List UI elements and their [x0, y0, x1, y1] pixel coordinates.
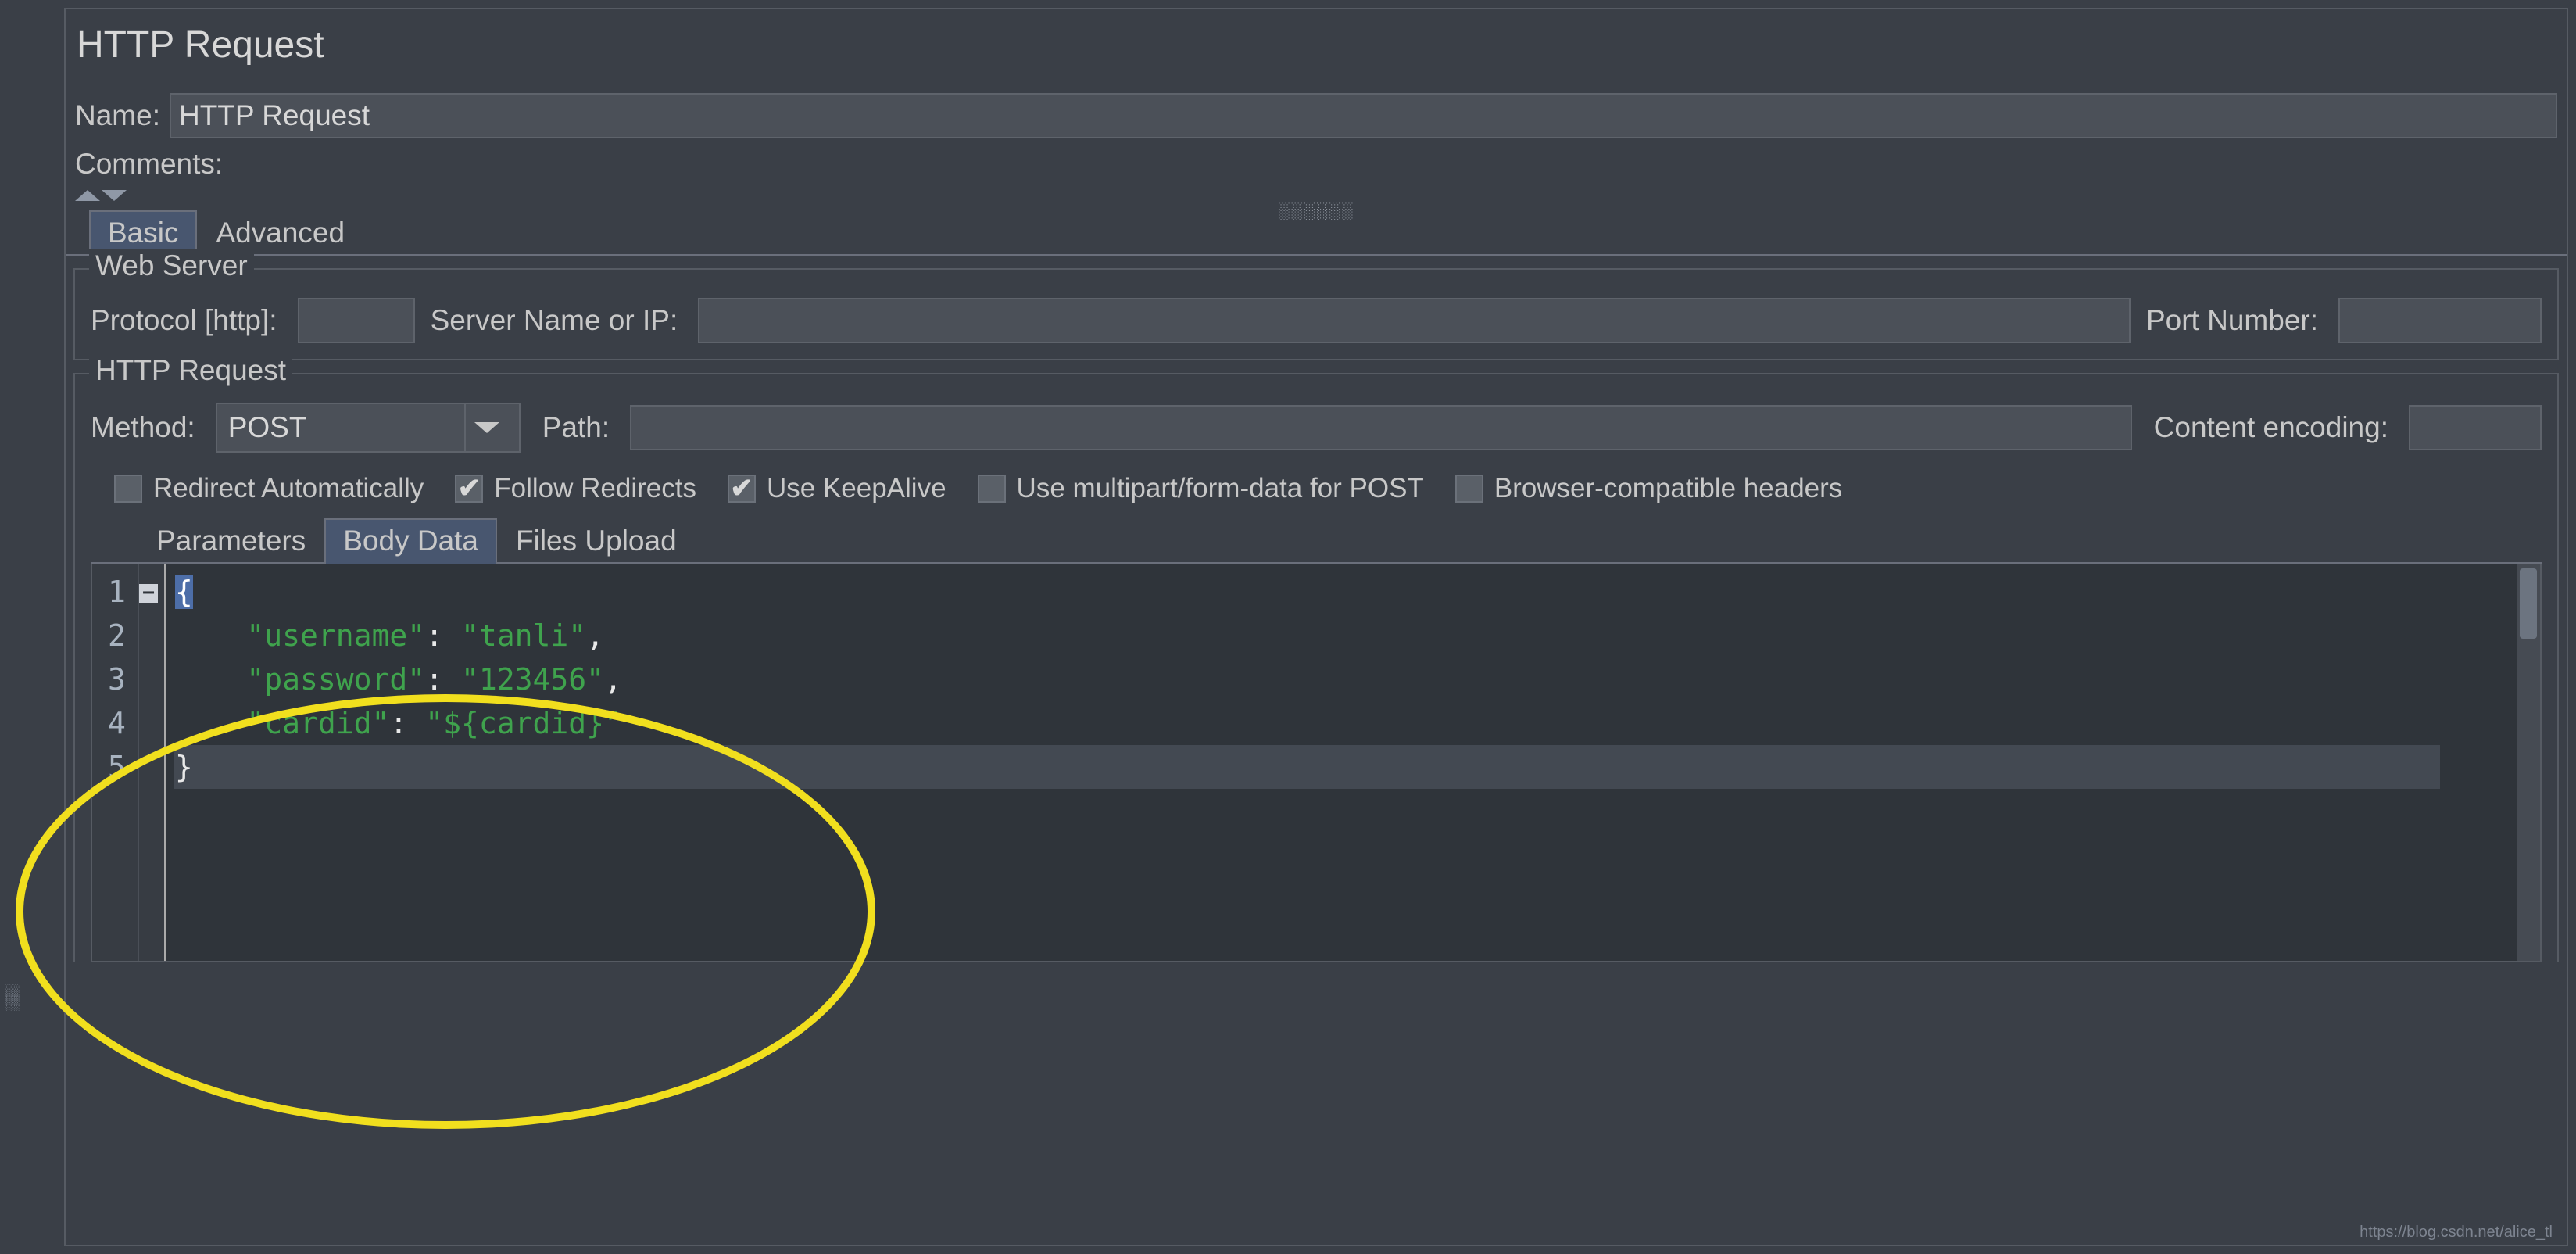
- arrow-down-icon: [102, 190, 127, 201]
- redirect-auto-checkbox[interactable]: Redirect Automatically: [114, 473, 424, 504]
- checkbox-icon: [978, 475, 1006, 503]
- line-number: 5: [108, 745, 126, 789]
- fold-minus-icon[interactable]: −: [139, 584, 158, 603]
- tab-files-upload[interactable]: Files Upload: [497, 518, 696, 564]
- method-label: Method:: [91, 411, 205, 444]
- fold-gutter: −: [139, 564, 166, 961]
- code-value: "123456": [461, 662, 604, 697]
- code-key: "password": [246, 662, 425, 697]
- panel-title: HTTP Request: [66, 9, 2567, 88]
- server-input[interactable]: [698, 298, 2131, 343]
- code-value: "tanli": [461, 618, 586, 653]
- multipart-label: Use multipart/form-data for POST: [1017, 473, 1424, 504]
- code-colon: :: [425, 618, 461, 653]
- encoding-input[interactable]: [2409, 405, 2542, 450]
- code-comma: ,: [586, 618, 604, 653]
- path-label: Path:: [542, 411, 619, 444]
- checkbox-checked-icon: ✔: [728, 475, 756, 503]
- line-gutter: 1 2 3 4 5: [92, 564, 139, 961]
- watermark-text: https://blog.csdn.net/alice_tl: [2360, 1224, 2553, 1241]
- left-grip-icon[interactable]: ░░░░░░░░: [5, 962, 25, 1032]
- code-area[interactable]: { "username": "tanli", "password": "1234…: [166, 564, 2449, 961]
- encoding-label: Content encoding:: [2154, 411, 2398, 444]
- protocol-label: Protocol [http]:: [91, 304, 287, 337]
- line-number: 3: [108, 657, 126, 701]
- code-colon: :: [425, 662, 461, 697]
- code-brace-open: {: [175, 575, 193, 609]
- port-label: Port Number:: [2146, 304, 2327, 337]
- multipart-checkbox[interactable]: Use multipart/form-data for POST: [978, 473, 1424, 504]
- follow-redirects-checkbox[interactable]: ✔ Follow Redirects: [455, 473, 696, 504]
- code-colon: :: [389, 706, 425, 740]
- chevron-down-icon: [464, 404, 508, 451]
- line-number: 2: [108, 614, 126, 657]
- path-input[interactable]: [630, 405, 2132, 450]
- body-data-editor[interactable]: 1 2 3 4 5 − { "username": "tanli", "pass…: [91, 564, 2542, 962]
- name-label: Name:: [75, 99, 170, 132]
- web-server-legend: Web Server: [89, 249, 254, 282]
- browser-headers-label: Browser-compatible headers: [1494, 473, 1842, 504]
- browser-headers-checkbox[interactable]: Browser-compatible headers: [1455, 473, 1842, 504]
- port-input[interactable]: [2338, 298, 2542, 343]
- http-request-panel: HTTP Request Name: Comments: ░░░░░░ Basi…: [64, 8, 2568, 1246]
- http-request-fieldset: HTTP Request Method: POST Path:: [73, 373, 2559, 962]
- editor-scrollbar[interactable]: [2517, 564, 2540, 961]
- tab-body-data[interactable]: Body Data: [324, 518, 497, 564]
- code-key: "username": [246, 618, 425, 653]
- code-value: "${cardid}": [425, 706, 622, 740]
- checkbox-icon: [1455, 475, 1483, 503]
- web-server-fieldset: Web Server Protocol [http]: Server Name …: [73, 268, 2559, 360]
- method-value: POST: [228, 411, 456, 444]
- collapse-arrows[interactable]: [66, 185, 2567, 202]
- checkbox-icon: [114, 475, 142, 503]
- scrollbar-thumb[interactable]: [2520, 568, 2537, 639]
- code-brace-close: }: [175, 750, 193, 784]
- options-row: Redirect Automatically ✔ Follow Redirect…: [91, 453, 2542, 512]
- keepalive-checkbox[interactable]: ✔ Use KeepAlive: [728, 473, 946, 504]
- code-comma: ,: [604, 662, 622, 697]
- follow-redirects-label: Follow Redirects: [494, 473, 696, 504]
- redirect-auto-label: Redirect Automatically: [153, 473, 424, 504]
- main-tabbar: Basic Advanced: [66, 210, 2567, 256]
- name-row: Name:: [66, 88, 2567, 143]
- comments-row: Comments:: [66, 143, 2567, 185]
- protocol-input[interactable]: [298, 298, 415, 343]
- server-label: Server Name or IP:: [431, 304, 688, 337]
- method-select[interactable]: POST: [216, 403, 521, 453]
- line-number: 1: [108, 570, 126, 614]
- http-request-legend: HTTP Request: [89, 354, 292, 387]
- arrow-up-icon: [75, 190, 100, 201]
- name-input[interactable]: [170, 93, 2557, 138]
- body-tabbar: Parameters Body Data Files Upload: [91, 517, 2542, 564]
- code-key: "cardid": [246, 706, 389, 740]
- comments-label: Comments:: [75, 148, 232, 181]
- tab-parameters[interactable]: Parameters: [138, 518, 324, 564]
- checkbox-checked-icon: ✔: [455, 475, 483, 503]
- line-number: 4: [108, 701, 126, 745]
- keepalive-label: Use KeepAlive: [767, 473, 946, 504]
